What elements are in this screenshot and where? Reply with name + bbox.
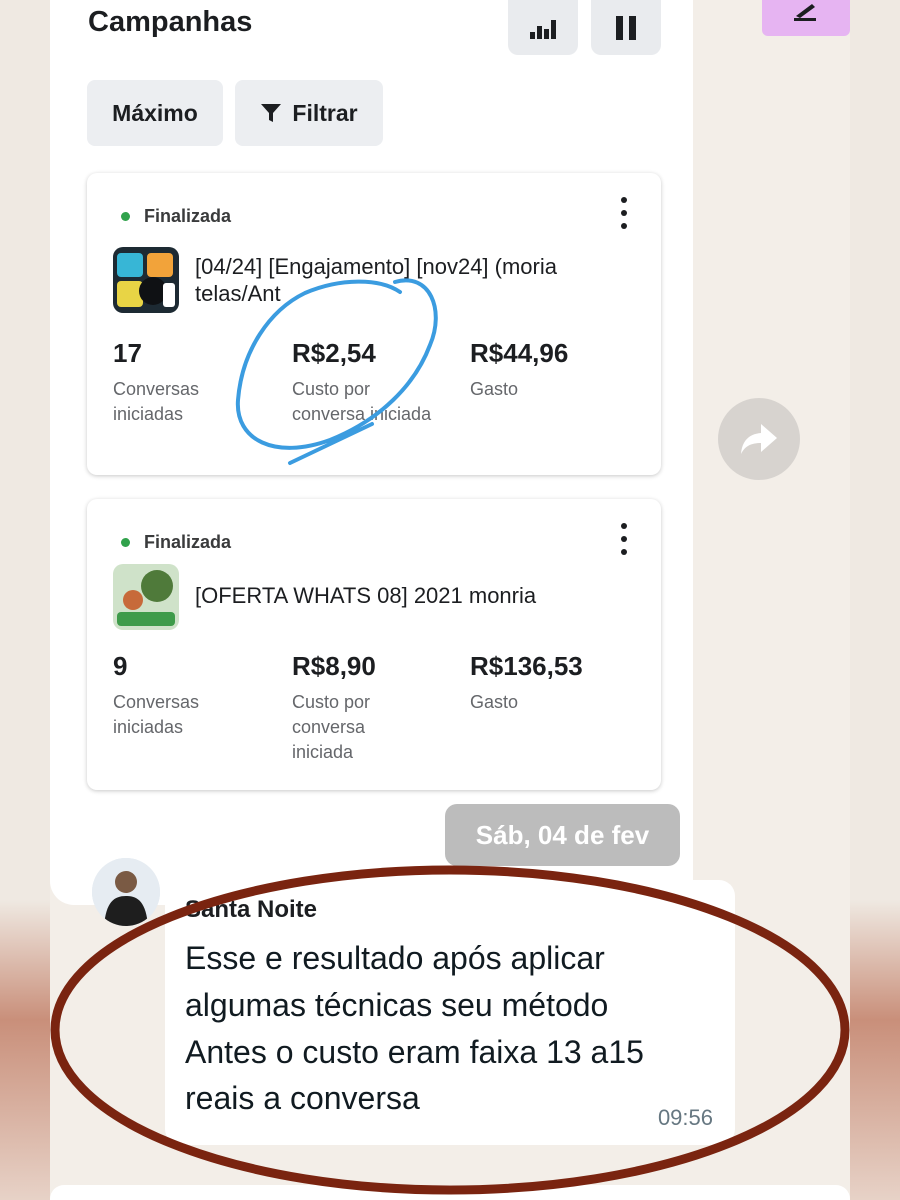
pause-icon [616,15,636,40]
metric-label-line: iniciada [292,742,354,762]
metric-label-line: Gasto [470,379,519,399]
filter-label: Filtrar [292,99,358,126]
message-timestamp: 09:56 [657,1105,713,1130]
status-badge: Finalizada [121,532,231,553]
status-label: Finalizada [144,206,232,226]
campaign-card[interactable]: Finalizada [OFERTA WHATS 08] 2021 monria… [87,499,661,790]
message-text-line: Esse e resultado após aplicar [185,940,605,976]
metric-label: Gasto [470,377,640,402]
date-separator: Sáb, 04 de fev [445,804,680,866]
more-options-icon[interactable] [617,197,631,229]
metric-label: Gasto [470,690,640,715]
metric-value: R$2,54 [292,338,376,368]
forward-arrow-icon [741,424,777,454]
status-dot-icon [121,538,130,547]
metric-label: Conversas iniciadas [113,377,283,427]
edit-button[interactable] [762,0,850,36]
message-bubble[interactable]: Santa Noite Esse e resultado após aplica… [165,880,735,1145]
input-bar-edge [50,1185,850,1200]
metric-value: R$136,53 [470,651,583,681]
metric-value: 17 [113,338,142,368]
sender-name: Santa Noite [185,896,318,923]
metric-label-line: iniciadas [113,404,184,424]
message-text-line: Antes o custo eram faixa 13 a15 [185,1034,644,1070]
bar-chart-icon [530,19,556,39]
metric-value: 9 [113,651,128,681]
blurred-edge-right [850,900,900,1200]
metric-value: R$44,96 [470,338,569,368]
metric-cost-per-conversation: R$2,54 Custo por conversa iniciada [292,338,462,427]
metric-label: Conversas iniciadas [113,690,283,740]
metric-label: Custo por conversa iniciada [292,377,462,427]
filter-button[interactable]: Filtrar [235,80,383,146]
funnel-icon [261,104,282,122]
message-text-line: algumas técnicas seu método [185,987,609,1023]
pause-button[interactable] [591,0,661,55]
campaign-name: [OFERTA WHATS 08] 2021 monria [195,582,615,609]
campaigns-screenshot: Campanhas Máximo Filtrar Finalizada [04/… [50,0,693,905]
metric-spent: R$136,53 Gasto [470,651,640,715]
status-badge: Finalizada [121,206,231,227]
status-dot-icon [121,212,130,221]
metric-label-line: Conversas [113,379,200,399]
message-text-line: reais a conversa [185,1080,420,1116]
campaign-name-line: [OFERTA WHATS 08] 2021 monria [195,583,537,608]
maximum-filter-button[interactable]: Máximo [87,80,223,146]
metric-label-line: Custo por [292,379,371,399]
forward-button[interactable] [718,398,800,480]
campaign-name-line: telas/Ant [195,281,281,306]
metric-label-line: conversa [292,717,366,737]
page-title: Campanhas [88,6,253,38]
metric-cost-per-conversation: R$8,90 Custo por conversa iniciada [292,651,462,765]
campaign-card[interactable]: Finalizada [04/24] [Engajamento] [nov24]… [87,173,661,475]
metric-conversations: 17 Conversas iniciadas [113,338,283,427]
campaign-thumbnail [113,247,179,313]
edit-icon [794,4,816,21]
metric-value: R$8,90 [292,651,376,681]
metric-label: Custo por conversa iniciada [292,690,462,765]
metric-label-line: Gasto [470,692,519,712]
metric-label-line: Conversas [113,692,200,712]
more-options-icon[interactable] [617,523,631,555]
metric-label-line: Custo por [292,692,371,712]
avatar[interactable] [92,858,160,926]
metric-spent: R$44,96 Gasto [470,338,640,402]
blurred-edge-left [0,900,50,1200]
chart-button[interactable] [508,0,578,55]
campaign-name-line: [04/24] [Engajamento] [nov24] (moria [195,254,557,279]
metric-conversations: 9 Conversas iniciadas [113,651,283,740]
campaign-thumbnail [113,564,179,630]
status-label: Finalizada [144,532,232,552]
metric-label-line: conversa iniciada [292,404,432,424]
metric-label-line: iniciadas [113,717,184,737]
campaign-name: [04/24] [Engajamento] [nov24] (moria tel… [195,253,615,307]
